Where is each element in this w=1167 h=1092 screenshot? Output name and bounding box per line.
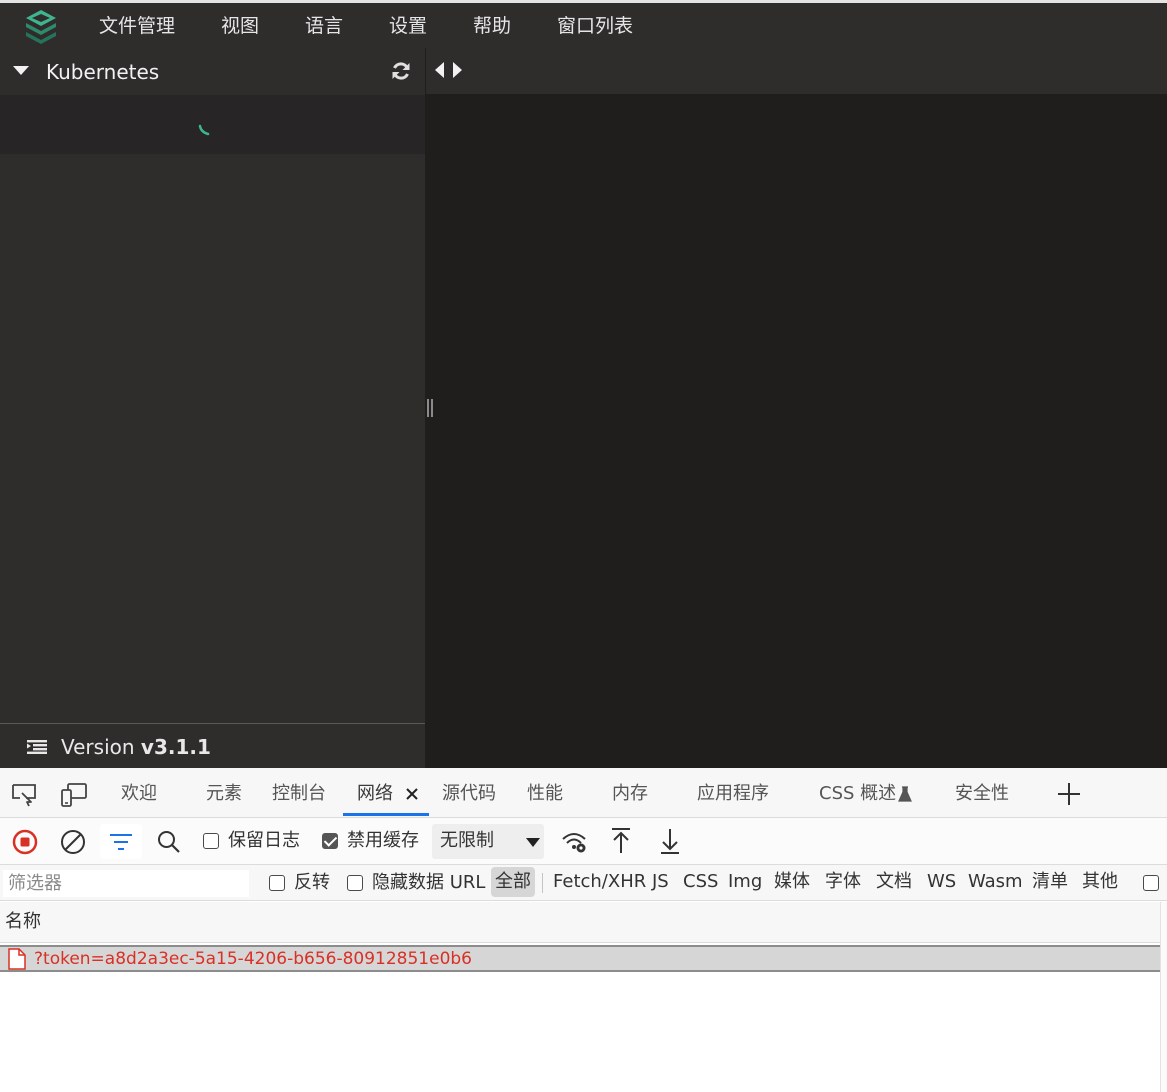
request-name: ?token=a8d2a3ec-5a15-4206-b656-80912851e… [34, 949, 472, 969]
inspect-element-icon[interactable] [11, 783, 39, 807]
type-filter-wasm[interactable]: Wasm [968, 867, 1023, 897]
close-tab-icon[interactable] [406, 788, 418, 800]
device-toolbar-icon[interactable] [60, 782, 88, 808]
type-filter-doc[interactable]: 文档 [876, 867, 912, 897]
tab-sources[interactable]: 源代码 [442, 782, 496, 806]
hide-data-urls-label: 隐藏数据 URL [372, 872, 486, 893]
requests-table-header: 名称 [0, 902, 1160, 943]
document-icon [8, 948, 26, 970]
version-number: v3.1.1 [140, 735, 211, 759]
disable-cache-label: 禁用缓存 [347, 830, 419, 851]
list-icon[interactable] [27, 740, 47, 754]
menu-view[interactable]: 视图 [221, 14, 259, 38]
version-label: Version v3.1.1 [61, 734, 211, 760]
experiment-flask-icon [898, 786, 912, 802]
tab-performance[interactable]: 性能 [527, 782, 563, 806]
tab-network[interactable]: 网络 [357, 782, 393, 806]
app-window: 文件管理 视图 语言 设置 帮助 窗口列表 Kubernetes Version… [0, 0, 1167, 768]
refresh-icon[interactable] [390, 60, 412, 82]
throttling-value: 无限制 [440, 830, 494, 851]
divider [542, 873, 543, 893]
hide-data-urls-checkbox[interactable] [347, 875, 363, 891]
disable-cache-checkbox[interactable] [322, 833, 338, 849]
network-toolbar: 保留日志 禁用缓存 无限制 [0, 818, 1167, 865]
menu-settings[interactable]: 设置 [389, 14, 427, 38]
preserve-log-label: 保留日志 [228, 830, 300, 851]
filter-toggle-button[interactable] [100, 824, 142, 859]
column-header-name[interactable]: 名称 [5, 910, 41, 934]
tab-console[interactable]: 控制台 [272, 782, 326, 806]
tab-security[interactable]: 安全性 [955, 782, 1009, 806]
menu-bar: 文件管理 视图 语言 设置 帮助 窗口列表 [0, 0, 1167, 48]
type-filter-img[interactable]: Img [728, 867, 762, 897]
menu-language[interactable]: 语言 [305, 14, 343, 38]
search-icon[interactable] [157, 830, 181, 854]
version-prefix: Version [61, 735, 135, 759]
type-filter-css[interactable]: CSS [683, 867, 718, 897]
type-filter-other[interactable]: 其他 [1082, 867, 1118, 897]
menu-file-management[interactable]: 文件管理 [99, 14, 175, 38]
tab-application[interactable]: 应用程序 [697, 782, 769, 806]
app-logo-icon [26, 10, 56, 44]
add-tab-icon[interactable] [1057, 782, 1081, 806]
invert-label: 反转 [294, 872, 330, 893]
clear-icon[interactable] [59, 828, 87, 856]
dropdown-arrow-icon [526, 838, 540, 847]
type-filter-ws[interactable]: WS [927, 867, 956, 897]
cluster-list [0, 95, 425, 154]
type-filter-js[interactable]: JS [652, 867, 669, 897]
blocked-requests-checkbox[interactable] [1143, 875, 1159, 891]
preserve-log-checkbox[interactable] [203, 833, 219, 849]
import-har-icon[interactable] [610, 827, 632, 855]
caret-down-icon[interactable] [13, 66, 29, 75]
type-filter-media[interactable]: 媒体 [774, 867, 810, 897]
sidebar-footer: Version v3.1.1 [0, 723, 425, 768]
record-stop-icon[interactable] [10, 827, 40, 857]
devtools-panel: 欢迎 元素 控制台 网络 源代码 性能 内存 应用程序 CSS 概述 安全性 保… [0, 768, 1167, 1092]
sidebar-title: Kubernetes [46, 60, 160, 84]
scrollbar[interactable] [1160, 902, 1167, 1092]
tab-css-overview[interactable]: CSS 概述 [819, 782, 896, 806]
sidebar: Kubernetes Version v3.1.1 [0, 48, 425, 768]
invert-checkbox[interactable] [269, 875, 285, 891]
table-row[interactable]: ?token=a8d2a3ec-5a15-4206-b656-80912851e… [0, 945, 1160, 972]
type-filter-fetch-xhr[interactable]: Fetch/XHR [553, 867, 646, 897]
throttling-select[interactable]: 无限制 [432, 824, 544, 859]
network-filter-bar: 反转 隐藏数据 URL 全部 Fetch/XHR JS CSS Img 媒体 字… [0, 865, 1167, 901]
collapse-sidebar-icon[interactable] [434, 60, 464, 80]
filter-icon [110, 834, 132, 850]
tab-memory[interactable]: 内存 [612, 782, 648, 806]
tab-welcome[interactable]: 欢迎 [121, 782, 157, 806]
filter-input[interactable] [3, 870, 249, 897]
menu-help[interactable]: 帮助 [473, 14, 511, 38]
network-conditions-icon[interactable] [561, 830, 589, 854]
export-har-icon[interactable] [659, 827, 681, 855]
loading-spinner-icon [198, 124, 210, 136]
active-tab-indicator [343, 813, 429, 816]
type-filter-all[interactable]: 全部 [491, 867, 535, 897]
type-filter-font[interactable]: 字体 [825, 867, 861, 897]
tab-elements[interactable]: 元素 [206, 782, 242, 806]
menu-window-list[interactable]: 窗口列表 [557, 14, 633, 38]
content-header [426, 48, 1167, 94]
devtools-tab-bar: 欢迎 元素 控制台 网络 源代码 性能 内存 应用程序 CSS 概述 安全性 [0, 768, 1167, 818]
resize-handle-icon[interactable] [426, 399, 434, 417]
type-filter-manifest[interactable]: 清单 [1032, 867, 1068, 897]
sidebar-header: Kubernetes [0, 48, 425, 95]
